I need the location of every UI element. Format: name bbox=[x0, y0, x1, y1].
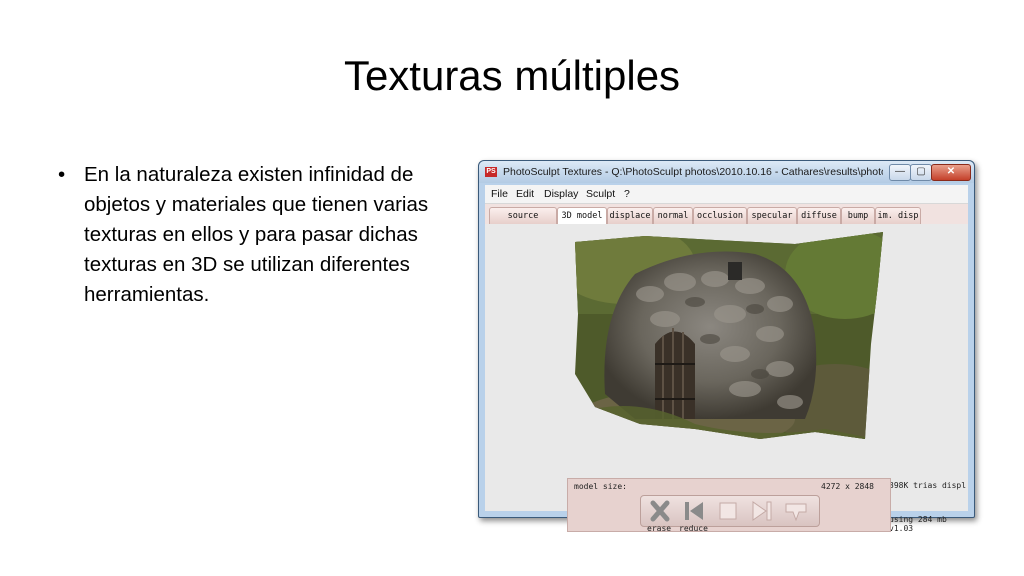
menu-sculpt[interactable]: Sculpt bbox=[586, 188, 615, 200]
tab-bump[interactable]: bump bbox=[841, 207, 875, 224]
tab-diffuse[interactable]: diffuse bbox=[797, 207, 841, 224]
bullet-list: • En la naturaleza existen infinidad de … bbox=[58, 160, 448, 310]
version-label: v1.03 bbox=[889, 524, 914, 533]
memory-usage: using 284 mb bbox=[889, 515, 947, 524]
tab-occlusion[interactable]: occlusion bbox=[693, 207, 747, 224]
minimize-button[interactable]: — bbox=[889, 164, 911, 181]
tab-normal[interactable]: normal bbox=[653, 207, 693, 224]
stop-icon[interactable] bbox=[713, 498, 743, 524]
tab-bar: source photos 3D model displace normal o… bbox=[485, 204, 968, 237]
menu-file[interactable]: File bbox=[491, 188, 508, 200]
menu-edit[interactable]: Edit bbox=[516, 188, 534, 200]
stone-hut-model bbox=[575, 232, 883, 439]
erase-icon[interactable] bbox=[645, 498, 675, 524]
reduce-label: reduce bbox=[679, 524, 708, 533]
app-icon: PS bbox=[485, 167, 497, 177]
menu-help[interactable]: ? bbox=[624, 188, 630, 200]
maximize-button[interactable]: ▢ bbox=[910, 164, 932, 181]
photosculpt-window: PS PhotoSculpt Textures - Q:\PhotoSculpt… bbox=[478, 160, 975, 533]
tool-strip: erase reduce bbox=[640, 495, 820, 533]
tab-source-photos[interactable]: source photos bbox=[489, 207, 557, 237]
tab-specular[interactable]: specular bbox=[747, 207, 797, 224]
model-size-label: model size: bbox=[574, 482, 627, 491]
menu-display[interactable]: Display bbox=[544, 188, 578, 200]
triangle-count: 398K trias displ bbox=[889, 481, 967, 490]
tab-3d-model[interactable]: 3D model bbox=[557, 207, 607, 224]
export-arrow-icon[interactable] bbox=[781, 498, 811, 524]
window-client: File Edit Display Sculpt ? source photos… bbox=[485, 185, 968, 533]
3d-viewport[interactable]: 398K trias displ using 284 mb v1.03 mode… bbox=[485, 224, 968, 533]
play-end-icon[interactable] bbox=[747, 498, 777, 524]
model-panel: model size: 4272 x 2848 erase reduce bbox=[567, 478, 891, 533]
window-title: PhotoSculpt Textures - Q:\PhotoSculpt ph… bbox=[503, 166, 883, 178]
tab-displace[interactable]: displace bbox=[607, 207, 653, 224]
slide-title: Texturas múltiples bbox=[343, 52, 681, 99]
tab-im-disp[interactable]: im. disp bbox=[875, 207, 921, 224]
bullet-marker: • bbox=[58, 163, 66, 186]
model-size-value: 4272 x 2848 bbox=[821, 482, 874, 491]
bullet-text: En la naturaleza existen infinidad de ob… bbox=[84, 163, 429, 306]
window-titlebar[interactable]: PS PhotoSculpt Textures - Q:\PhotoSculpt… bbox=[479, 161, 974, 183]
close-button[interactable]: ✕ bbox=[931, 164, 971, 181]
erase-label: erase bbox=[647, 524, 672, 533]
menu-bar: File Edit Display Sculpt ? bbox=[485, 185, 968, 204]
reduce-icon[interactable] bbox=[679, 498, 709, 524]
